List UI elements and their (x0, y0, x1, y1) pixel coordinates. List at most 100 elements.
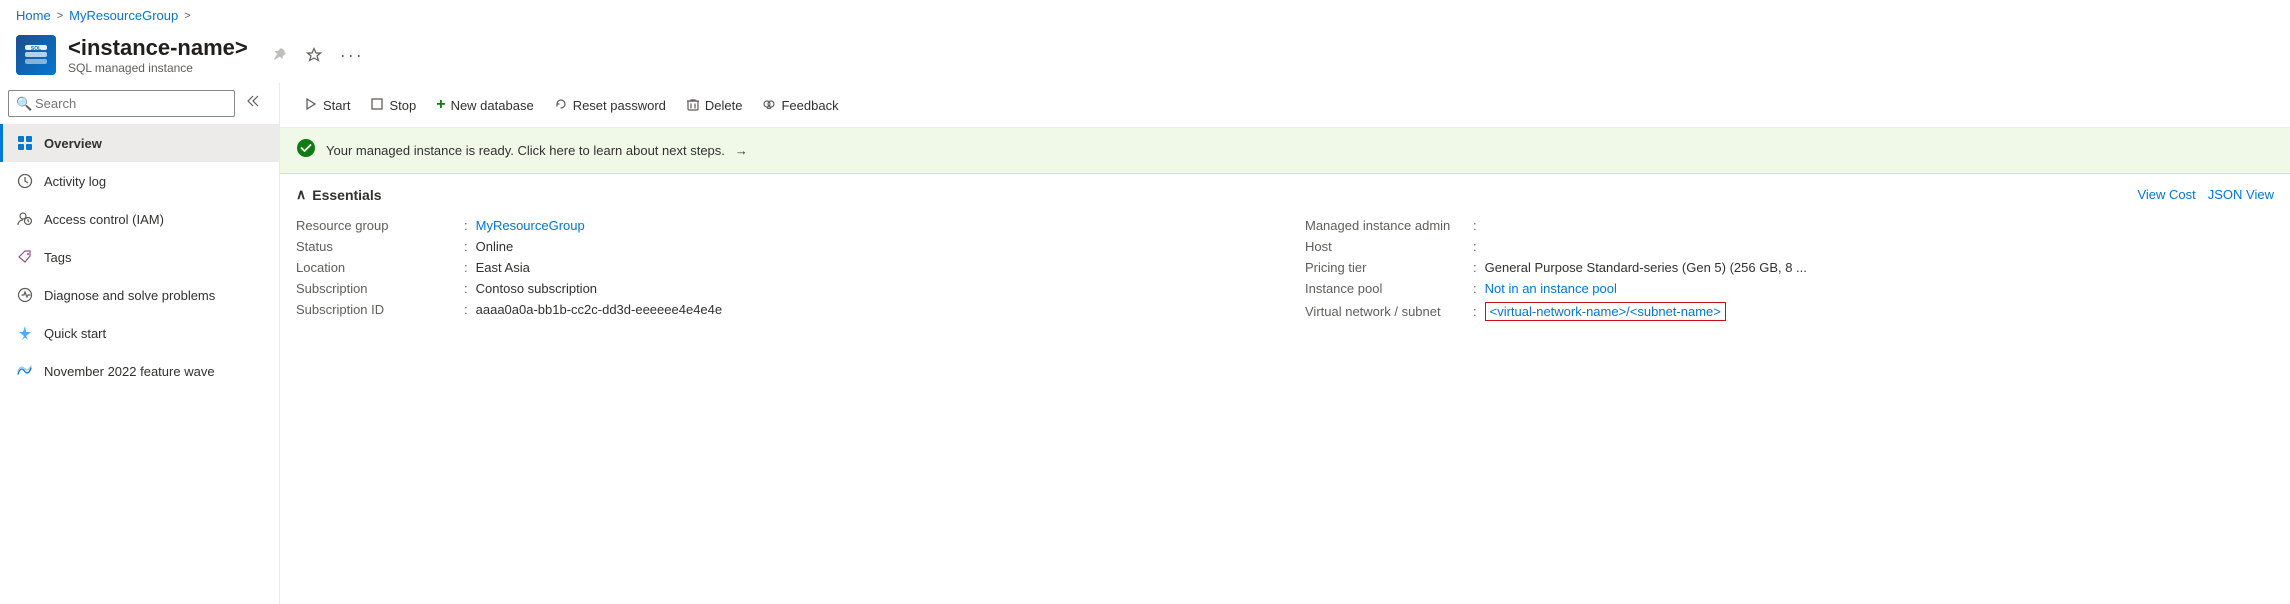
more-button[interactable]: ··· (336, 41, 368, 70)
sidebar-nav: Overview Activity log Access control (IA… (0, 124, 279, 604)
resource-title-area: <instance-name> SQL managed instance (68, 35, 248, 75)
banner-arrow: → (735, 143, 748, 158)
stop-button[interactable]: Stop (362, 92, 424, 119)
stop-icon (370, 97, 384, 114)
feedback-label: Feedback (781, 98, 838, 113)
reset-password-button[interactable]: Reset password (546, 92, 674, 119)
essentials-row-pool: Instance pool : Not in an instance pool (1305, 278, 2274, 299)
search-input[interactable] (8, 90, 235, 117)
resource-name: <instance-name> (68, 35, 248, 61)
sidebar-item-diagnose-label: Diagnose and solve problems (44, 288, 215, 303)
start-button[interactable]: Start (296, 92, 358, 119)
essentials-host-label: Host (1305, 239, 1465, 254)
essentials-vnet-value[interactable]: <virtual-network-name>/<subnet-name> (1485, 302, 1726, 321)
sidebar-item-november-label: November 2022 feature wave (44, 364, 215, 379)
essentials-left-col: Resource group : MyResourceGroup Status … (296, 215, 1265, 324)
stop-label: Stop (389, 98, 416, 113)
feedback-button[interactable]: Feedback (754, 92, 846, 119)
feedback-icon (762, 97, 776, 114)
essentials-row-pricing: Pricing tier : General Purpose Standard-… (1305, 257, 2274, 278)
breadcrumb-resource-group[interactable]: MyResourceGroup (69, 8, 178, 23)
resource-type: SQL managed instance (68, 61, 248, 75)
view-cost-link[interactable]: View Cost (2137, 187, 2195, 202)
essentials-header: ∧ Essentials View Cost JSON View (296, 186, 2274, 203)
tags-icon (16, 248, 34, 266)
delete-label: Delete (705, 98, 743, 113)
banner-text: Your managed instance is ready. Click he… (326, 143, 725, 158)
iam-icon (16, 210, 34, 228)
new-database-icon: + (436, 96, 445, 114)
essentials-row-host: Host : (1305, 236, 2274, 257)
essentials-pricing-value: General Purpose Standard-series (Gen 5) … (1485, 260, 1807, 275)
sidebar-item-iam-label: Access control (IAM) (44, 212, 164, 227)
diagnose-icon (16, 286, 34, 304)
sidebar-item-diagnose[interactable]: Diagnose and solve problems (0, 276, 279, 314)
reset-password-icon (554, 97, 568, 114)
essentials-subscription-id-label: Subscription ID (296, 302, 456, 317)
reset-password-label: Reset password (573, 98, 666, 113)
resource-icon: SQL (16, 35, 56, 75)
new-database-button[interactable]: + New database (428, 91, 541, 119)
essentials-row-subscription: Subscription : Contoso subscription (296, 278, 1265, 299)
sidebar-item-overview[interactable]: Overview (0, 124, 279, 162)
essentials-vnet-label: Virtual network / subnet (1305, 304, 1465, 319)
sidebar-item-tags[interactable]: Tags (0, 238, 279, 276)
essentials-actions: View Cost JSON View (2137, 187, 2274, 202)
essentials-row-location: Location : East Asia (296, 257, 1265, 278)
breadcrumb-home[interactable]: Home (16, 8, 51, 23)
svg-text:SQL: SQL (31, 46, 41, 52)
search-icon: 🔍 (16, 96, 32, 112)
resource-header: SQL <instance-name> SQL managed instance… (0, 31, 2290, 83)
sidebar-item-overview-label: Overview (44, 136, 102, 151)
sidebar-item-quickstart[interactable]: Quick start (0, 314, 279, 352)
start-label: Start (323, 98, 350, 113)
json-view-link[interactable]: JSON View (2208, 187, 2274, 202)
new-database-label: New database (451, 98, 534, 113)
essentials-row-rg: Resource group : MyResourceGroup (296, 215, 1265, 236)
essentials-pool-label: Instance pool (1305, 281, 1465, 296)
essentials-status-value: Online (476, 239, 514, 254)
content-area: Start Stop + New database Reset pass (280, 83, 2290, 604)
sidebar-item-activity-log[interactable]: Activity log (0, 162, 279, 200)
essentials-title: ∧ Essentials (296, 186, 382, 203)
toolbar: Start Stop + New database Reset pass (280, 83, 2290, 128)
wave-icon (16, 362, 34, 380)
essentials-row-admin: Managed instance admin : (1305, 215, 2274, 236)
sidebar-item-activity-log-label: Activity log (44, 174, 106, 189)
essentials-admin-label: Managed instance admin (1305, 218, 1465, 233)
breadcrumb-sep2: > (184, 10, 190, 22)
essentials-row-vnet: Virtual network / subnet : <virtual-netw… (1305, 299, 2274, 324)
essentials-row-status: Status : Online (296, 236, 1265, 257)
delete-button[interactable]: Delete (678, 92, 751, 119)
essentials-right-col: Managed instance admin : Host : Pricing … (1305, 215, 2274, 324)
essentials-location-label: Location (296, 260, 456, 275)
quickstart-icon (16, 324, 34, 342)
essentials-grid: Resource group : MyResourceGroup Status … (296, 215, 2274, 324)
sidebar-item-quickstart-label: Quick start (44, 326, 106, 341)
overview-icon (16, 134, 34, 152)
essentials-collapse-icon[interactable]: ∧ (296, 186, 306, 203)
favorite-button[interactable] (302, 43, 326, 67)
essentials-rg-value[interactable]: MyResourceGroup (476, 218, 585, 233)
breadcrumb: Home > MyResourceGroup > (0, 0, 2290, 31)
ready-banner[interactable]: Your managed instance is ready. Click he… (280, 128, 2290, 174)
sidebar-item-tags-label: Tags (44, 250, 71, 265)
essentials-row-subscription-id: Subscription ID : aaaa0a0a-bb1b-cc2c-dd3… (296, 299, 1265, 320)
essentials-location-value: East Asia (476, 260, 530, 275)
essentials-rg-label: Resource group (296, 218, 456, 233)
collapse-sidebar-button[interactable] (239, 89, 271, 118)
start-icon (304, 97, 318, 114)
breadcrumb-sep1: > (57, 10, 63, 22)
essentials-pool-value[interactable]: Not in an instance pool (1485, 281, 1617, 296)
pin-button[interactable] (268, 43, 292, 67)
essentials-pricing-label: Pricing tier (1305, 260, 1465, 275)
sidebar-item-november-wave[interactable]: November 2022 feature wave (0, 352, 279, 390)
essentials-section: ∧ Essentials View Cost JSON View Resourc… (280, 174, 2290, 336)
essentials-subscription-value: Contoso subscription (476, 281, 597, 296)
header-actions: ··· (268, 41, 368, 70)
banner-check-icon (296, 138, 316, 163)
activity-log-icon (16, 172, 34, 190)
delete-icon (686, 97, 700, 114)
sidebar-item-access-control[interactable]: Access control (IAM) (0, 200, 279, 238)
essentials-subscription-id-value: aaaa0a0a-bb1b-cc2c-dd3d-eeeeee4e4e4e (476, 302, 723, 317)
